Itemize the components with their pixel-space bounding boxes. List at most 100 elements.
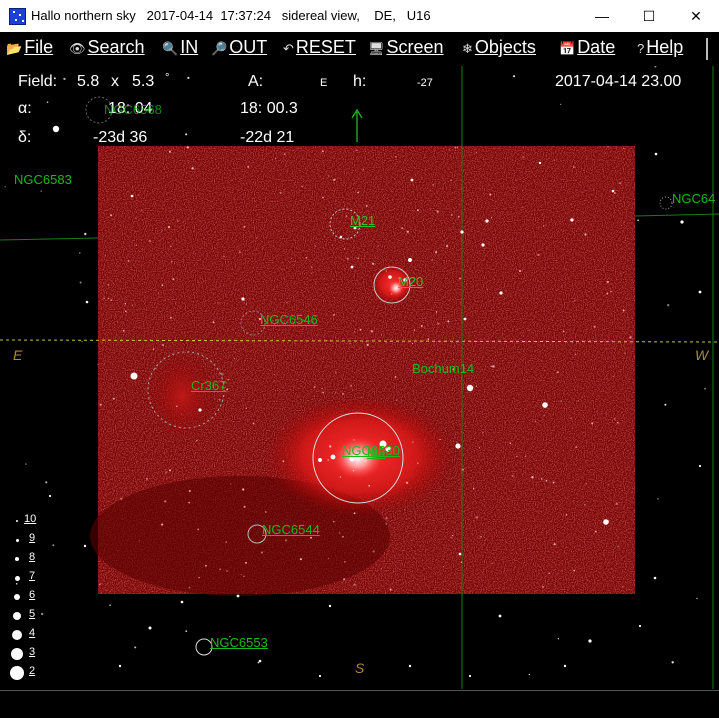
object-label-ngc6553[interactable]: NGC6553 (210, 635, 268, 650)
faint-star (63, 77, 66, 81)
object-label-ngc6544[interactable]: NGC6544 (262, 522, 320, 537)
faint-star (357, 257, 360, 260)
faint-star (591, 422, 594, 425)
minimize-button[interactable]: — (579, 0, 625, 32)
object-label-ngc6583[interactable]: NGC6583 (14, 172, 72, 187)
faint-star (553, 543, 556, 546)
faint-star (584, 504, 586, 506)
magnitude-dot (14, 575, 20, 581)
faint-star (329, 445, 332, 448)
menu-reset[interactable]: ↶ RESET (283, 37, 356, 58)
faint-star (585, 482, 587, 485)
sky-view[interactable]: Field: 5.8 x 5.3 ° A: E h: -27 2017-04-1… (0, 66, 719, 689)
menu-file-label: File (24, 37, 54, 57)
faint-star (406, 230, 409, 233)
menu-search[interactable]: 👁 Search (69, 37, 145, 58)
faint-star (186, 146, 189, 149)
faint-star (353, 583, 356, 586)
faint-star (346, 257, 349, 260)
sky-canvas[interactable] (0, 66, 719, 689)
faint-star (342, 535, 344, 538)
faint-star (197, 528, 200, 531)
ngc64-circle[interactable] (659, 196, 673, 210)
faint-star (165, 471, 168, 474)
faint-star (610, 290, 612, 293)
faint-star (349, 342, 351, 345)
faint-star (516, 455, 518, 458)
faint-star (238, 250, 241, 254)
object-label-bochum14[interactable]: Bochum14 (412, 361, 474, 376)
object-label-ngc6568[interactable]: NGC6568 (104, 102, 162, 117)
faint-star (243, 505, 246, 508)
star (52, 125, 60, 133)
faint-star (243, 225, 246, 228)
faint-star (460, 561, 463, 564)
monitor-icon: 🖥 (368, 41, 385, 56)
faint-star (615, 502, 618, 505)
object-label-ngc6530[interactable]: NGC6530 (342, 443, 400, 458)
menu-screen-label: Screen (386, 37, 444, 57)
star (498, 614, 502, 618)
faint-star (606, 292, 609, 295)
menu-file[interactable]: 📂 File (6, 37, 53, 58)
menu-out[interactable]: 🔎 OUT (211, 37, 267, 58)
faint-star (416, 209, 419, 212)
faint-star (620, 225, 622, 227)
faint-star (565, 514, 568, 516)
maximize-button[interactable]: ☐ (626, 0, 672, 32)
object-label-ngc64[interactable]: NGC64 (672, 191, 715, 206)
faint-star (629, 336, 632, 339)
magnitude-label: 9 (29, 532, 36, 544)
field-height: 5.3 (132, 73, 155, 90)
star (85, 300, 89, 304)
faint-star (560, 400, 562, 402)
faint-star (513, 75, 516, 78)
faint-star (368, 484, 371, 487)
faint-star (180, 413, 183, 415)
object-label-cr367[interactable]: Cr367 (191, 378, 226, 393)
menu-in[interactable]: 🔍 IN (162, 37, 198, 58)
faint-star (197, 281, 199, 283)
menu-objects[interactable]: ❄ Objects (462, 37, 536, 58)
faint-star (79, 281, 82, 284)
magnitude-dot (11, 648, 23, 660)
faint-star (405, 481, 409, 484)
faint-star (613, 418, 616, 420)
faint-star (245, 561, 247, 564)
faint-star (619, 182, 622, 185)
menu-date[interactable]: 📅 Date (559, 37, 615, 58)
menu-help[interactable]: ? Help (637, 37, 683, 58)
star (236, 594, 240, 598)
faint-star (371, 262, 375, 265)
magnitude-dot (10, 666, 24, 680)
object-label-ngc6546[interactable]: NGC6546 (260, 312, 318, 327)
faint-star (489, 193, 492, 196)
menu-in-label: IN (180, 37, 199, 57)
faint-star (25, 463, 27, 465)
object-label-m20[interactable]: M20 (398, 274, 423, 289)
faint-star (574, 353, 577, 356)
faint-star (167, 225, 171, 229)
faint-star (225, 541, 228, 543)
faint-star (103, 297, 106, 300)
menu-screen[interactable]: 🖥 Screen (368, 37, 444, 58)
faint-star (152, 348, 155, 351)
faint-star (457, 215, 460, 218)
object-label-m21[interactable]: M21 (350, 213, 375, 228)
faint-star (427, 338, 430, 341)
faint-star (667, 304, 670, 307)
faint-star (187, 76, 190, 79)
faint-star (394, 375, 397, 378)
faint-star (99, 583, 101, 586)
faint-star (45, 481, 48, 484)
faint-star (245, 407, 247, 409)
faint-star (357, 191, 359, 194)
faint-star (322, 196, 324, 199)
close-button[interactable]: ✕ (673, 0, 719, 32)
faint-star (160, 230, 163, 232)
faint-star (461, 468, 465, 471)
faint-star (381, 567, 383, 570)
faint-star (362, 168, 364, 170)
faint-star (472, 487, 475, 490)
faint-star (360, 396, 362, 398)
